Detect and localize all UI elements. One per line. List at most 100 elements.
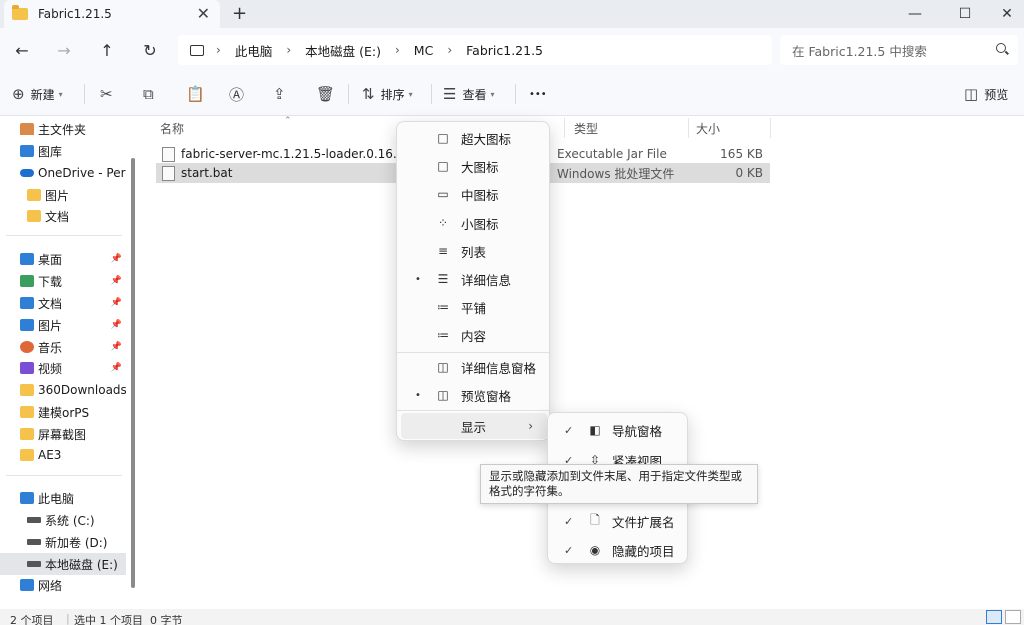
sidebar-item-label: 建模orPS xyxy=(38,405,90,420)
checkmark-icon: ✓ xyxy=(564,423,574,437)
column-header-size[interactable]: 大小 xyxy=(696,120,720,137)
menu-item-extra-large-icons[interactable]: □ 超大图标 xyxy=(401,125,547,151)
back-button[interactable]: ← xyxy=(10,38,34,62)
share-icon: ⇪ xyxy=(273,85,286,103)
breadcrumb-fabric[interactable]: Fabric1.21.5 xyxy=(466,43,543,58)
sidebar-item-label: 桌面 xyxy=(38,252,63,267)
sidebar-item-ae3[interactable]: AE3 xyxy=(0,444,126,466)
tab-fabric[interactable]: Fabric1.21.5 ✕ xyxy=(4,0,220,28)
cut-button[interactable]: ✂ xyxy=(100,82,119,106)
sidebar-item-label: 系统 (C:) xyxy=(45,513,95,528)
menu-item-label: 预览窗格 xyxy=(461,388,512,404)
sidebar-item-screenshots[interactable]: 屏幕截图 xyxy=(0,423,126,445)
sidebar-item-network[interactable]: 网络 xyxy=(0,574,126,596)
menu-divider xyxy=(397,410,549,411)
preview-pane-button[interactable]: ◫ 预览 xyxy=(964,82,1008,106)
minimize-button[interactable]: — xyxy=(892,0,938,28)
sidebar-item-modeling[interactable]: 建模orPS xyxy=(0,401,126,423)
breadcrumb-this-pc[interactable]: 此电脑 xyxy=(235,41,273,60)
refresh-button[interactable]: ↻ xyxy=(138,38,162,62)
more-options-button[interactable]: ••• xyxy=(529,82,547,106)
tooltip: 显示或隐藏添加到文件末尾、用于指定文件类型或格式的字符集。 xyxy=(480,464,758,504)
sidebar-item-onedrive-documents[interactable]: 文档 xyxy=(0,205,126,227)
maximize-button[interactable]: ☐ xyxy=(942,0,988,28)
sidebar-item-pictures[interactable]: 图片 📌 xyxy=(0,314,126,336)
sidebar-scrollbar[interactable] xyxy=(128,116,138,609)
new-button[interactable]: ⊕ 新建 ▾ xyxy=(12,82,63,106)
rename-button[interactable]: Ⓐ xyxy=(229,82,250,106)
folder-icon xyxy=(20,384,34,396)
column-separator[interactable] xyxy=(770,118,771,138)
tab-close-icon[interactable]: ✕ xyxy=(197,4,210,23)
menu-item-small-icons[interactable]: ⁘ 小图标 xyxy=(401,210,547,236)
eye-icon: ◉ xyxy=(589,543,601,557)
column-header-name[interactable]: 名称 xyxy=(160,120,184,137)
folder-icon xyxy=(20,406,34,418)
menu-item-tiles[interactable]: ≔ 平铺 xyxy=(401,294,547,320)
sidebar-item-downloads[interactable]: 下载 📌 xyxy=(0,270,126,292)
menu-item-large-icons[interactable]: □ 大图标 xyxy=(401,153,547,179)
sidebar-item-label: 网络 xyxy=(38,578,63,593)
download-icon xyxy=(20,275,34,287)
details-view-button[interactable] xyxy=(986,610,1002,624)
menu-item-preview-pane[interactable]: • ◫ 预览窗格 xyxy=(401,382,547,408)
breadcrumb-mc[interactable]: MC xyxy=(414,43,434,58)
pin-icon: 📌 xyxy=(110,363,122,373)
sidebar-item-360downloads[interactable]: 360Downloads xyxy=(0,379,126,401)
new-tab-button[interactable]: + xyxy=(232,3,247,24)
chevron-right-icon[interactable]: › xyxy=(395,43,400,57)
column-separator[interactable] xyxy=(688,118,689,138)
menu-item-details-pane[interactable]: ◫ 详细信息窗格 xyxy=(401,354,547,380)
sidebar-item-desktop[interactable]: 桌面 📌 xyxy=(0,248,126,270)
sidebar-item-music[interactable]: 音乐 📌 xyxy=(0,336,126,358)
chevron-right-icon[interactable]: › xyxy=(286,43,291,57)
column-separator[interactable] xyxy=(564,118,565,138)
search-input[interactable]: 在 Fabric1.21.5 中搜索 xyxy=(780,35,1018,65)
menu-item-medium-icons[interactable]: ▭ 中图标 xyxy=(401,181,547,207)
chevron-right-icon[interactable]: › xyxy=(216,43,221,57)
drive-icon xyxy=(27,539,41,545)
paste-button[interactable]: 📋 xyxy=(186,82,211,106)
submenu-item-hidden-items[interactable]: ✓ ◉ 隐藏的项目 xyxy=(552,537,685,563)
chevron-down-icon: ▾ xyxy=(490,89,495,99)
copy-button[interactable]: ⧉ xyxy=(143,82,160,106)
sidebar-item-documents[interactable]: 文档 📌 xyxy=(0,292,126,314)
menu-item-content[interactable]: ≔ 内容 xyxy=(401,322,547,348)
menu-item-details[interactable]: • ☰ 详细信息 xyxy=(401,266,547,292)
sidebar-item-drive-d[interactable]: 新加卷 (D:) xyxy=(0,531,126,553)
view-button[interactable]: ☰ 查看 ▾ xyxy=(443,82,494,106)
column-header-type[interactable]: 类型 xyxy=(574,120,598,137)
sidebar-scroll-thumb[interactable] xyxy=(131,158,135,588)
file-type: Executable Jar File xyxy=(557,147,667,161)
menu-item-show[interactable]: 显示 › xyxy=(401,413,547,439)
sidebar-item-label: OneDrive - Perso xyxy=(38,166,126,180)
sidebar-item-onedrive[interactable]: OneDrive - Perso xyxy=(0,162,126,184)
sidebar-item-videos[interactable]: 视频 📌 xyxy=(0,357,126,379)
sidebar-item-home[interactable]: 主文件夹 xyxy=(0,118,126,140)
large-icons-view-button[interactable] xyxy=(1005,610,1021,624)
item-count: 2 个项目 xyxy=(10,614,54,625)
sidebar-item-gallery[interactable]: 图库 xyxy=(0,140,126,162)
forward-button[interactable]: → xyxy=(52,38,76,62)
address-bar[interactable]: › 此电脑 › 本地磁盘 (E:) › MC › Fabric1.21.5 xyxy=(178,35,772,65)
menu-item-label: 详细信息 xyxy=(461,272,512,288)
up-button[interactable]: ↑ xyxy=(95,38,119,62)
file-size: 0 KB xyxy=(735,166,763,180)
chevron-right-icon[interactable]: › xyxy=(447,43,452,57)
breadcrumb-drive-e[interactable]: 本地磁盘 (E:) xyxy=(305,41,381,60)
sidebar-item-label: 文档 xyxy=(45,209,70,224)
sidebar-item-drive-c[interactable]: 系统 (C:) xyxy=(0,509,126,531)
status-divider: | xyxy=(66,612,70,625)
submenu-item-file-extensions[interactable]: ✓ 🗋 文件扩展名 xyxy=(552,508,685,534)
preview-pane-icon: ◫ xyxy=(964,85,979,103)
sort-button[interactable]: ⇅ 排序 ▾ xyxy=(362,82,413,106)
delete-button[interactable]: 🗑 xyxy=(316,82,341,106)
submenu-item-navigation-pane[interactable]: ✓ ◧ 导航窗格 xyxy=(552,417,685,443)
sidebar-item-drive-e[interactable]: 本地磁盘 (E:) xyxy=(0,553,126,575)
menu-item-list[interactable]: ≡ 列表 xyxy=(401,238,547,264)
close-window-button[interactable]: ✕ xyxy=(984,0,1024,28)
sidebar-item-this-pc[interactable]: 此电脑 xyxy=(0,487,126,509)
sidebar-item-onedrive-pictures[interactable]: 图片 xyxy=(0,184,126,206)
pin-icon: 📌 xyxy=(110,320,122,330)
share-button[interactable]: ⇪ xyxy=(273,82,292,106)
